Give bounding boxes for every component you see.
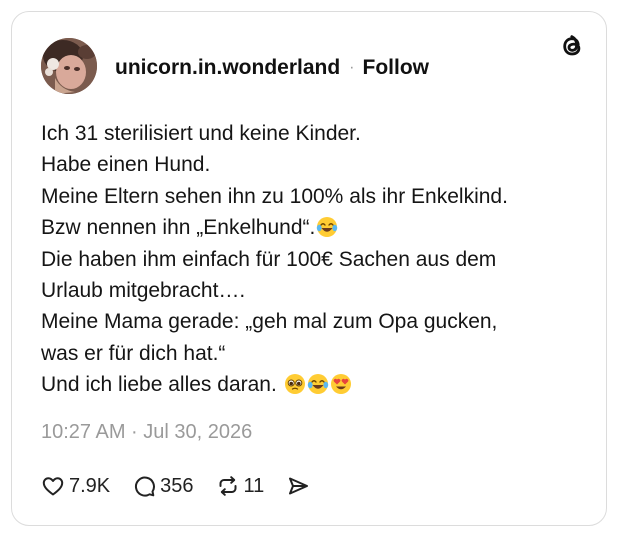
- post-line-9-text: Und ich liebe alles daran.: [41, 373, 277, 397]
- post-card: unicorn.in.wonderland · Follow Ich 31 st…: [11, 11, 607, 526]
- post-line-2: Habe einen Hund.: [41, 153, 211, 177]
- follow-button[interactable]: Follow: [363, 56, 430, 80]
- pleading-face-icon: [284, 374, 305, 395]
- post-line-6: Urlaub mitgebracht….: [41, 279, 246, 303]
- post-line-4: Bzw nennen ihn „Enkelhund“.: [41, 212, 596, 243]
- post-text: Ich 31 sterilisiert und keine Kinder. Ha…: [41, 118, 596, 401]
- repost-count: 11: [243, 474, 265, 497]
- username-link[interactable]: unicorn.in.wonderland: [115, 56, 340, 80]
- post-timestamp[interactable]: 10:27 AM · Jul 30, 2026: [41, 421, 252, 444]
- threads-logo-icon[interactable]: [557, 31, 587, 61]
- send-icon: [289, 477, 309, 495]
- comment-bubble-icon: [135, 476, 156, 497]
- post-line-1: Ich 31 sterilisiert und keine Kinder.: [41, 122, 361, 145]
- post-line-7: Meine Mama gerade: „geh mal zum Opa guck…: [41, 310, 498, 334]
- like-count: 7.9K: [69, 474, 111, 497]
- action-bar: 7.9K 356 11: [41, 472, 332, 500]
- face-with-tears-of-joy-icon: [317, 217, 338, 238]
- post-line-8: was er für dich hat.“: [41, 341, 226, 365]
- face-with-tears-of-joy-icon: [307, 374, 328, 395]
- post-line-4-text: Bzw nennen ihn „Enkelhund“.: [41, 216, 316, 240]
- repost-button[interactable]: 11: [216, 474, 265, 498]
- smiling-face-with-heart-eyes-icon: [330, 374, 351, 395]
- avatar[interactable]: [41, 38, 97, 94]
- like-button[interactable]: 7.9K: [41, 474, 110, 498]
- reply-count: 356: [160, 474, 194, 497]
- post-line-3: Meine Eltern sehen ihn zu 100% als ihr E…: [41, 184, 508, 208]
- post-header: unicorn.in.wonderland · Follow: [115, 56, 429, 80]
- reply-button[interactable]: 356: [132, 474, 194, 498]
- post-line-5: Die haben ihm einfach für 100€ Sachen au…: [41, 247, 497, 271]
- post-line-9: Und ich liebe alles daran.: [41, 369, 596, 400]
- heart-icon: [42, 477, 64, 496]
- separator-dot: ·: [349, 59, 355, 76]
- share-button[interactable]: [286, 474, 310, 498]
- repost-icon: [219, 476, 237, 496]
